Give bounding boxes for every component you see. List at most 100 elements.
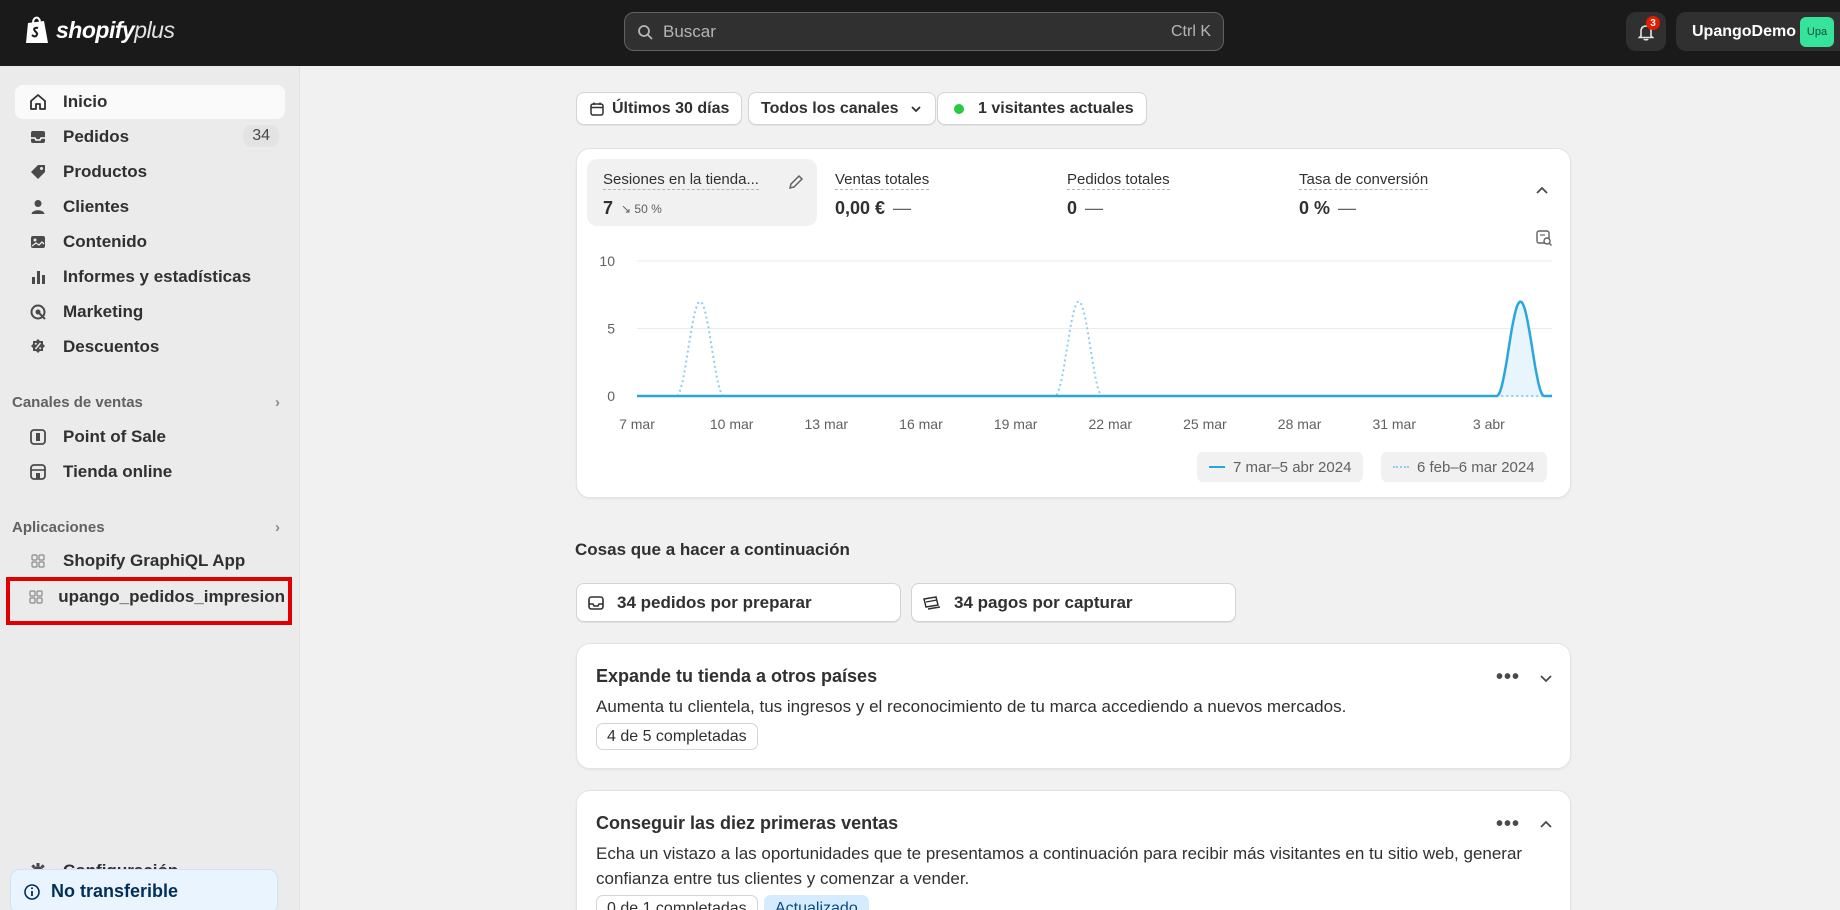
sidebar-item-pedidos[interactable]: Pedidos 34 (15, 120, 285, 154)
sidebar-item-label: Point of Sale (63, 427, 166, 446)
info-icon (24, 883, 40, 900)
payment-icon (923, 595, 941, 610)
todo-section-title: Cosas que a hacer a continuación (575, 540, 850, 559)
sidebar-item-marketing[interactable]: Marketing (15, 295, 285, 329)
sidebar-item-label: Tienda online (63, 462, 173, 481)
sidebar-item-label: Informes y estadísticas (63, 267, 252, 286)
x-tick-label: 7 mar (619, 416, 655, 432)
legend-label: 6 feb–6 mar 2024 (1417, 458, 1535, 476)
current-period-line (637, 300, 1552, 398)
sidebar-item-label: Contenido (63, 232, 148, 251)
top-bar: shopifyplus Buscar Ctrl K 3 UpangoDemo U… (0, 0, 1840, 66)
bar-chart-icon (27, 266, 49, 288)
chevron-up-icon[interactable] (1538, 817, 1554, 833)
apps-title: Aplicaciones (12, 519, 105, 536)
y-tick-label: 10 (599, 253, 615, 269)
live-visitors-button[interactable]: 1 visitantes actuales (937, 92, 1147, 125)
sales-channels-section[interactable]: Canales de ventas › (12, 394, 282, 411)
legend-current-period[interactable]: 7 mar–5 abr 2024 (1197, 452, 1364, 482)
more-options-icon[interactable]: ••• (1496, 813, 1520, 836)
sidebar-item-label: Marketing (63, 302, 144, 321)
discount-icon (27, 336, 49, 358)
sidebar-item-contenido[interactable]: Contenido (15, 225, 285, 259)
task-label: 34 pedidos por preparar (617, 592, 812, 612)
sidebar-item-inicio[interactable]: Inicio (15, 85, 285, 119)
sidebar-item-tienda-online[interactable]: Tienda online (15, 455, 285, 489)
target-icon (27, 301, 49, 323)
search-bar[interactable]: Buscar Ctrl K (624, 12, 1224, 51)
analytics-card: Sesiones en la tienda... 7 ↘ 50 % Ventas … (576, 148, 1571, 498)
channels-label: Todos los canales (761, 99, 899, 117)
card-actions: ••• (1496, 813, 1554, 836)
home-icon (27, 91, 49, 113)
x-tick-label: 25 mar (1183, 416, 1227, 432)
y-tick-label: 5 (607, 321, 615, 337)
notification-count-badge: 3 (1646, 16, 1660, 30)
inbox-icon (588, 595, 604, 610)
previous-period-line (637, 300, 1552, 397)
notifications-button[interactable]: 3 (1626, 12, 1666, 51)
store-name: UpangoDemo (1692, 22, 1796, 40)
x-tick-label: 19 mar (994, 416, 1038, 432)
banner-label: No transferible (51, 881, 179, 901)
sidebar-item-graphiql-app[interactable]: Shopify GraphiQL App (15, 544, 285, 578)
card-description: confianza entre tus clientes y comenzar … (596, 869, 970, 888)
sidebar-item-label: Shopify GraphiQL App (63, 551, 246, 570)
store-menu-button[interactable]: UpangoDemo Upa (1676, 12, 1840, 51)
sidebar-item-clientes[interactable]: Clientes (15, 190, 285, 224)
legend-dotted-line-icon (1393, 466, 1409, 468)
pos-icon (27, 426, 49, 448)
sessions-line-chart: 10 5 07 mar 10 mar 13 mar 16 mar 19 mar 22 mar 2… (599, 253, 1552, 432)
y-tick-label: 0 (607, 388, 615, 404)
search-icon (638, 24, 653, 40)
person-icon (27, 196, 49, 218)
app-icon (27, 550, 49, 572)
visitors-label: 1 visitantes actuales (978, 99, 1134, 117)
store-icon (27, 461, 49, 483)
channels-dropdown[interactable]: Todos los canales (748, 92, 936, 125)
legend-solid-line-icon (1209, 466, 1225, 468)
inbox-icon (27, 126, 49, 148)
legend-label: 7 mar–5 abr 2024 (1233, 458, 1352, 476)
x-tick-label: 3 abr (1473, 416, 1505, 432)
card-description: Echa un vistazo a las oportunidades que … (596, 844, 1523, 863)
apps-section[interactable]: Aplicaciones › (12, 519, 282, 536)
expand-store-card[interactable]: Expande tu tienda a otros países ••• Aum… (576, 643, 1571, 769)
x-tick-label: 13 mar (805, 416, 849, 432)
shopify-plus-logo[interactable]: shopifyplus (24, 15, 175, 45)
chevron-right-icon: › (275, 519, 280, 536)
date-range-button[interactable]: Últimos 30 días (576, 92, 743, 125)
date-range-label: Últimos 30 días (612, 99, 730, 117)
current-period-area (637, 301, 1552, 396)
search-placeholder: Buscar (663, 21, 716, 41)
card-description: Aumenta tu clientela, tus ingresos y el … (596, 697, 1347, 716)
x-tick-label: 16 mar (899, 416, 943, 432)
sidebar-item-label: Clientes (63, 197, 130, 216)
payments-to-capture-button[interactable]: 34 pagos por capturar (911, 583, 1236, 622)
image-icon (27, 231, 49, 253)
x-tick-label: 10 mar (710, 416, 754, 432)
x-tick-label: 28 mar (1278, 416, 1322, 432)
shopify-bag-icon (26, 16, 48, 43)
sidebar-item-informes[interactable]: Informes y estadísticas (15, 260, 285, 294)
sidebar-item-descuentos[interactable]: Descuentos (15, 330, 285, 364)
sidebar-item-label: Productos (63, 162, 148, 181)
x-tick-label: 22 mar (1088, 416, 1132, 432)
orders-count-badge: 34 (243, 125, 279, 147)
chevron-down-icon[interactable] (1538, 670, 1554, 686)
sidebar-item-point-of-sale[interactable]: Point of Sale (15, 420, 285, 454)
avatar: Upa (1800, 17, 1834, 47)
non-transferable-banner[interactable]: No transferible (10, 869, 278, 910)
sidebar-item-productos[interactable]: Productos (15, 155, 285, 189)
progress-tag: 4 de 5 completadas (596, 723, 758, 750)
legend-previous-period[interactable]: 6 feb–6 mar 2024 (1381, 452, 1547, 482)
orders-to-prepare-button[interactable]: 34 pedidos por preparar (576, 583, 901, 622)
progress-tag: 0 de 1 completadas (596, 895, 758, 910)
first-sales-card[interactable]: Conseguir las diez primeras ventas ••• E… (576, 790, 1571, 910)
sidebar-item-label: Pedidos (63, 127, 130, 146)
highlight-box (6, 577, 292, 625)
more-options-icon[interactable]: ••• (1496, 666, 1520, 689)
sidebar-item-label: Descuentos (63, 337, 160, 356)
live-indicator-dot (954, 103, 964, 114)
card-actions: ••• (1496, 666, 1554, 689)
